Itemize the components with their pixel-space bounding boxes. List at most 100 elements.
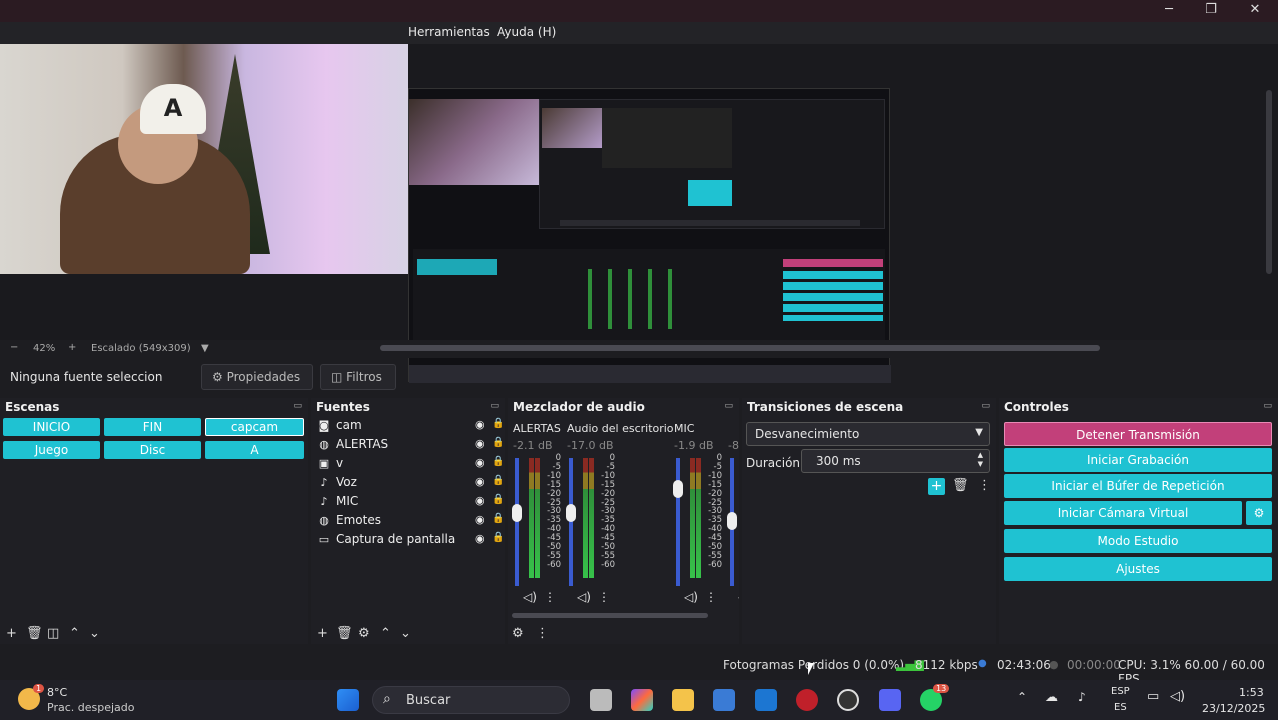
move-down-icon[interactable]: ⌄ — [89, 626, 100, 641]
channel-menu-icon[interactable]: ⋮ — [705, 590, 717, 604]
eye-icon[interactable]: ◉ — [475, 494, 485, 507]
scene-a[interactable]: A — [205, 441, 304, 459]
eye-icon[interactable]: ◉ — [475, 475, 485, 488]
mixer-scrollbar[interactable] — [512, 613, 708, 618]
add-source-button[interactable]: + — [317, 626, 328, 641]
microphone-icon[interactable]: ♪ — [1078, 690, 1086, 704]
lock-icon[interactable]: 🔒 — [492, 532, 504, 543]
spinner-icon[interactable]: ▲ ▼ — [978, 451, 983, 469]
stop-streaming-button[interactable]: Detener Transmisión — [1004, 422, 1272, 446]
remove-source-icon[interactable]: 🗑 — [336, 626, 353, 641]
scene-disc[interactable]: Disc — [104, 441, 201, 459]
volume-slider[interactable] — [515, 458, 519, 586]
channel-menu-icon[interactable]: ⋮ — [598, 590, 610, 604]
lock-icon[interactable]: 🔒 — [492, 513, 504, 524]
mute-icon[interactable]: ◁) — [684, 590, 698, 604]
maximize-button[interactable]: ❐ — [1196, 2, 1226, 20]
add-scene-button[interactable]: + — [6, 626, 17, 641]
volume-slider-handle[interactable] — [673, 479, 683, 498]
scene-capcam[interactable]: capcam — [205, 418, 304, 436]
preview-canvas[interactable]: A — [0, 44, 1278, 383]
scene-fin[interactable]: FIN — [104, 418, 201, 436]
source-item[interactable]: ◍ Emotes ◉ 🔒 — [317, 513, 507, 532]
lock-icon[interactable]: 🔒 — [492, 437, 504, 448]
horizontal-scrollbar[interactable] — [380, 345, 1100, 351]
source-item[interactable]: ♪ MIC ◉ 🔒 — [317, 494, 507, 513]
source-item[interactable]: ◍ ALERTAS ◉ 🔒 — [317, 437, 507, 456]
taskbar-search[interactable]: ⌕ Buscar — [372, 686, 570, 714]
obs-icon[interactable] — [837, 689, 859, 711]
source-item[interactable]: ▭ Captura de pantalla ◉ 🔒 — [317, 532, 507, 551]
cloud-icon[interactable]: ☁ — [1045, 690, 1058, 705]
eye-icon[interactable]: ◉ — [475, 456, 485, 469]
volume-icon[interactable]: ◁) — [1170, 689, 1185, 704]
dock-float-icon[interactable]: ▭ — [293, 401, 302, 411]
move-up-icon[interactable]: ⌃ — [69, 626, 80, 641]
duration-input[interactable]: 300 ms ▲ ▼ — [801, 449, 990, 473]
properties-button[interactable]: ⚙ Propiedades — [201, 364, 313, 390]
clock-time[interactable]: 1:53 — [1239, 686, 1264, 699]
settings-button[interactable]: Ajustes — [1004, 557, 1272, 581]
start-replay-buffer-button[interactable]: Iniciar el Búfer de Repetición — [1004, 474, 1272, 498]
scaling-dropdown-icon[interactable]: ▼ — [201, 343, 209, 354]
volume-slider[interactable] — [569, 458, 573, 586]
eye-icon[interactable]: ◉ — [475, 532, 485, 545]
file-explorer-icon[interactable] — [672, 689, 694, 711]
move-down-icon[interactable]: ⌄ — [400, 626, 411, 641]
clock-date[interactable]: 23/12/2025 — [1202, 702, 1265, 715]
channel-menu-icon[interactable]: ⋮ — [544, 590, 556, 604]
task-view-icon[interactable] — [590, 689, 612, 711]
dock-float-icon[interactable]: ▭ — [981, 401, 990, 411]
eye-icon[interactable]: ◉ — [475, 513, 485, 526]
volume-slider-handle[interactable] — [566, 503, 576, 522]
source-settings-icon[interactable]: ⚙ — [358, 626, 370, 641]
studio-mode-button[interactable]: Modo Estudio — [1004, 529, 1272, 553]
remove-scene-icon[interactable]: 🗑 — [26, 626, 43, 641]
zoom-in-button[interactable]: + — [68, 342, 76, 353]
transition-menu-icon[interactable]: ⋮ — [978, 478, 991, 493]
scene-inicio[interactable]: INICIO — [3, 418, 100, 436]
source-item[interactable]: ▣ v ◉ 🔒 — [317, 456, 507, 475]
lock-icon[interactable]: 🔒 — [492, 456, 504, 467]
eye-icon[interactable]: ◉ — [475, 437, 485, 450]
source-item[interactable]: ♪ Voz ◉ 🔒 — [317, 475, 507, 494]
store-icon[interactable] — [713, 689, 735, 711]
network-icon[interactable]: ▭ — [1147, 689, 1159, 704]
discord-icon[interactable] — [879, 689, 901, 711]
volume-slider-handle[interactable] — [512, 503, 522, 522]
eye-icon[interactable]: ◉ — [475, 418, 485, 431]
source-item[interactable]: ◙ cam ◉ 🔒 — [317, 418, 507, 437]
dock-float-icon[interactable]: ▭ — [1263, 401, 1272, 411]
volume-slider-handle[interactable] — [727, 512, 737, 530]
zoom-out-button[interactable]: − — [10, 342, 18, 353]
lock-icon[interactable]: 🔒 — [492, 475, 504, 486]
mute-icon[interactable]: ◁) — [738, 590, 739, 604]
mute-icon[interactable]: ◁) — [523, 590, 537, 604]
preview-scrollbar[interactable] — [1266, 90, 1272, 274]
lock-icon[interactable]: 🔒 — [492, 418, 504, 429]
start-virtual-camera-button[interactable]: Iniciar Cámara Virtual — [1004, 501, 1242, 525]
transition-select[interactable]: Desvanecimiento ▼ — [746, 422, 990, 446]
mixer-menu-icon[interactable]: ⋮ — [536, 626, 549, 641]
menu-help[interactable]: Ayuda (H) — [497, 25, 556, 39]
chevron-up-icon[interactable]: ⌃ — [1017, 690, 1027, 704]
mute-icon[interactable]: ◁) — [577, 590, 591, 604]
add-transition-button[interactable]: + — [928, 478, 945, 495]
lock-icon[interactable]: 🔒 — [492, 494, 504, 505]
outlook-icon[interactable] — [755, 689, 777, 711]
mixer-settings-icon[interactable]: ⚙ — [512, 626, 524, 641]
filter-scene-icon[interactable]: ◫ — [47, 626, 59, 641]
dock-float-icon[interactable]: ▭ — [724, 401, 733, 411]
dock-float-icon[interactable]: ▭ — [490, 401, 499, 411]
start-recording-button[interactable]: Iniciar Grabación — [1004, 448, 1272, 472]
opera-icon[interactable] — [796, 689, 818, 711]
region-code[interactable]: ES — [1114, 702, 1127, 713]
remove-transition-icon[interactable]: 🗑 — [952, 478, 969, 493]
close-button[interactable]: ✕ — [1240, 2, 1270, 20]
language-code[interactable]: ESP — [1111, 686, 1130, 697]
menu-tools[interactable]: Herramientas — [408, 25, 490, 39]
volume-slider[interactable] — [676, 458, 680, 586]
filters-button[interactable]: ◫ Filtros — [320, 364, 396, 390]
scene-juego[interactable]: Juego — [3, 441, 100, 459]
windows-start-icon[interactable] — [337, 689, 359, 711]
